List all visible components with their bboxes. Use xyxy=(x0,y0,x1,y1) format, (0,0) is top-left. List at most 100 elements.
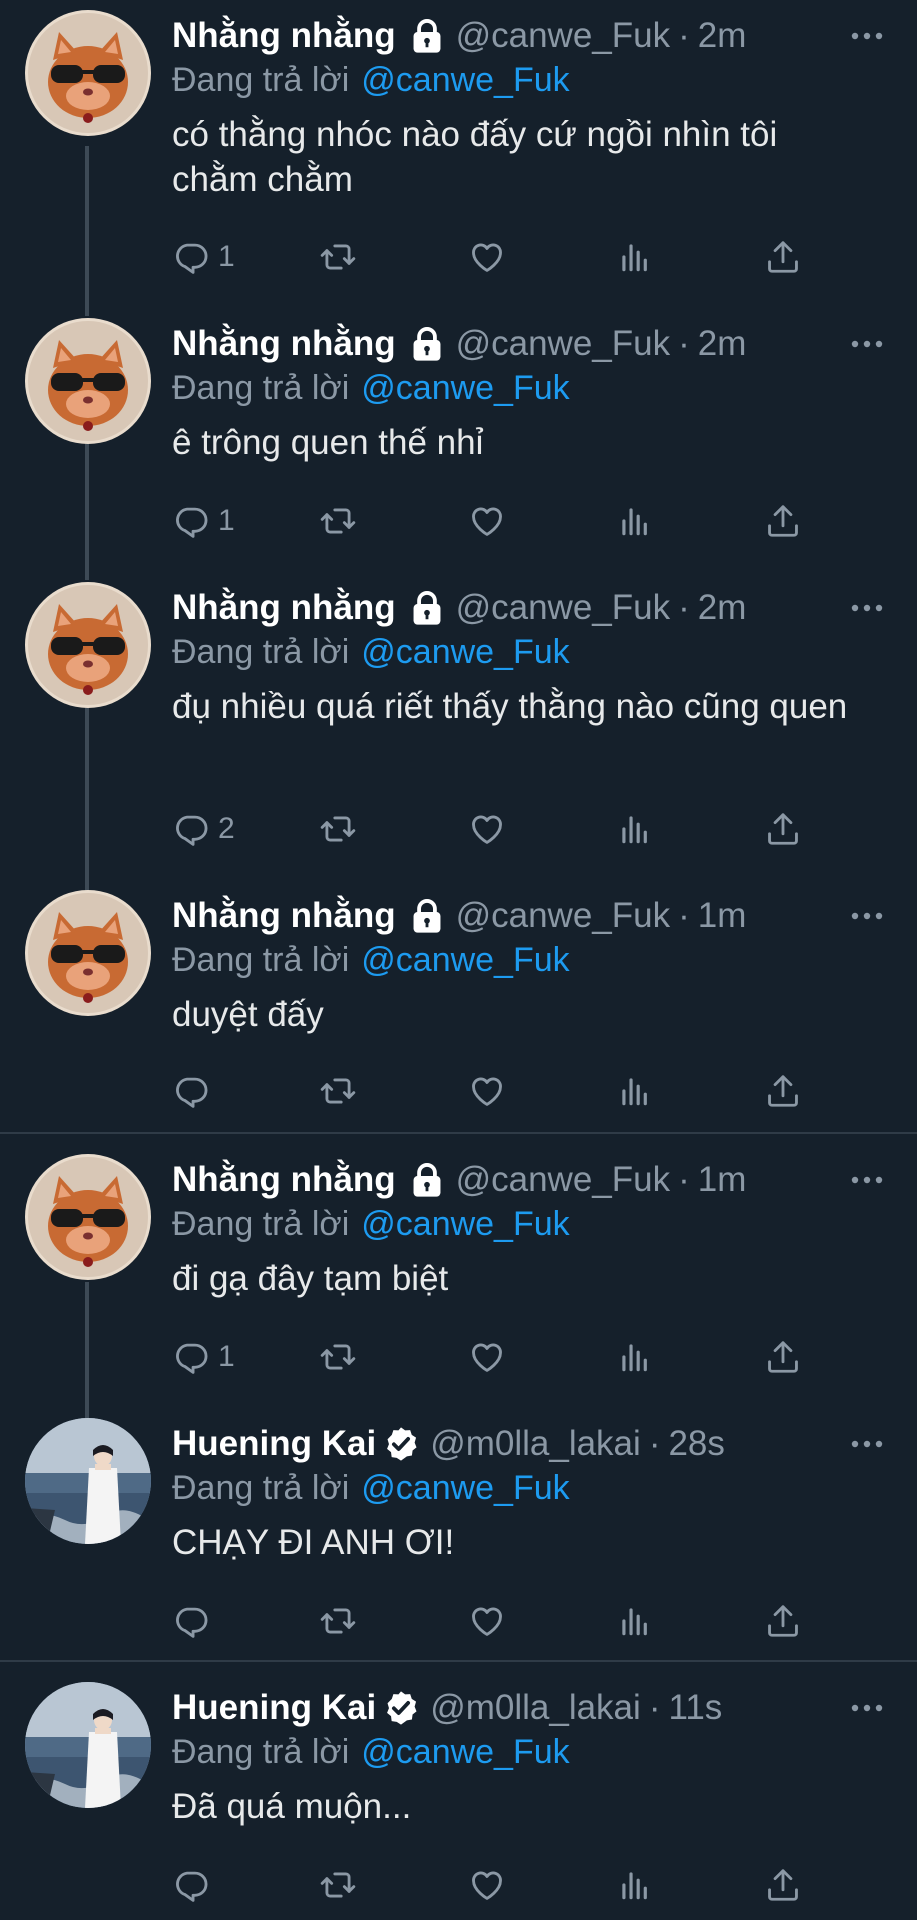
retweet-button[interactable] xyxy=(319,1596,357,1646)
replying-to-mention[interactable]: @canwe_Fuk xyxy=(361,369,569,407)
analytics-icon xyxy=(622,244,647,272)
share-button[interactable] xyxy=(764,1332,802,1382)
like-button[interactable] xyxy=(468,1066,506,1116)
display-name[interactable]: Nhằng nhằng xyxy=(172,16,396,56)
reply-button[interactable] xyxy=(172,1066,218,1116)
user-handle[interactable]: @canwe_Fuk xyxy=(456,588,671,628)
replying-to-mention[interactable]: @canwe_Fuk xyxy=(361,1205,569,1243)
share-button[interactable] xyxy=(764,1066,802,1116)
more-icon xyxy=(851,1176,883,1184)
heart-icon xyxy=(472,1607,502,1636)
retweet-button[interactable] xyxy=(319,1332,357,1382)
avatar[interactable] xyxy=(25,890,151,1016)
retweet-button[interactable] xyxy=(319,1860,357,1910)
like-button[interactable] xyxy=(468,804,506,854)
replying-to-mention[interactable]: @canwe_Fuk xyxy=(361,61,569,99)
views-button[interactable] xyxy=(616,1066,654,1116)
user-handle[interactable]: @canwe_Fuk xyxy=(456,16,671,56)
replying-to-mention[interactable]: @canwe_Fuk xyxy=(361,633,569,671)
share-button[interactable] xyxy=(764,496,802,546)
tweet[interactable]: Nhằng nhằng @canwe_Fuk · 2m Đang trả lời… xyxy=(0,572,917,880)
display-name[interactable]: Nhằng nhằng xyxy=(172,896,396,936)
more-options-button[interactable] xyxy=(847,1688,887,1728)
tweet-text: Đã quá muộn... xyxy=(172,1787,412,1826)
tweet[interactable]: Nhằng nhằng @canwe_Fuk · 2m Đang trả lời… xyxy=(0,308,917,572)
share-icon xyxy=(768,505,798,537)
replying-to-mention[interactable]: @canwe_Fuk xyxy=(361,1469,569,1507)
display-name[interactable]: Huening Kai xyxy=(172,1424,376,1464)
share-button[interactable] xyxy=(764,232,802,282)
views-button[interactable] xyxy=(616,232,654,282)
views-button[interactable] xyxy=(616,1860,654,1910)
timestamp[interactable]: 11s xyxy=(668,1688,722,1728)
tweet[interactable]: Huening Kai @m0lla_lakai · 11s Đang trả … xyxy=(0,1672,917,1920)
tweet-header: Huening Kai @m0lla_lakai · 11s xyxy=(172,1688,722,1728)
views-button[interactable] xyxy=(616,496,654,546)
replying-to-mention[interactable]: @canwe_Fuk xyxy=(361,1733,569,1771)
display-name[interactable]: Nhằng nhằng xyxy=(172,588,396,628)
views-button[interactable] xyxy=(616,1332,654,1382)
timestamp[interactable]: 28s xyxy=(668,1424,724,1464)
more-icon xyxy=(851,1704,883,1712)
more-options-button[interactable] xyxy=(847,1160,887,1200)
views-button[interactable] xyxy=(616,804,654,854)
like-button[interactable] xyxy=(468,1596,506,1646)
reply-button[interactable] xyxy=(172,1860,218,1910)
timestamp[interactable]: 2m xyxy=(698,16,747,56)
replying-to-mention[interactable]: @canwe_Fuk xyxy=(361,941,569,979)
user-handle[interactable]: @m0lla_lakai xyxy=(430,1424,641,1464)
retweet-button[interactable] xyxy=(319,496,357,546)
cat-avatar-image xyxy=(25,1154,151,1280)
avatar[interactable] xyxy=(25,318,151,444)
avatar[interactable] xyxy=(25,1682,151,1808)
timestamp[interactable]: 1m xyxy=(698,1160,747,1200)
retweet-button[interactable] xyxy=(319,1066,357,1116)
reply-button[interactable]: 1 xyxy=(172,1332,235,1382)
timestamp[interactable]: 1m xyxy=(698,896,747,936)
timestamp[interactable]: 2m xyxy=(698,324,747,364)
tweet[interactable]: Nhằng nhằng @canwe_Fuk · 1m Đang trả lời… xyxy=(0,880,917,1132)
like-button[interactable] xyxy=(468,232,506,282)
share-button[interactable] xyxy=(764,1596,802,1646)
share-button[interactable] xyxy=(764,804,802,854)
user-handle[interactable]: @canwe_Fuk xyxy=(456,324,671,364)
more-icon xyxy=(851,32,883,40)
more-options-button[interactable] xyxy=(847,1424,887,1464)
timestamp[interactable]: 2m xyxy=(698,588,747,628)
more-options-button[interactable] xyxy=(847,896,887,936)
display-name[interactable]: Nhằng nhằng xyxy=(172,1160,396,1200)
reply-icon xyxy=(176,1343,208,1374)
user-handle[interactable]: @canwe_Fuk xyxy=(456,896,671,936)
replying-to-label: Đang trả lời xyxy=(172,369,350,407)
more-options-button[interactable] xyxy=(847,324,887,364)
like-button[interactable] xyxy=(468,1332,506,1382)
user-handle[interactable]: @m0lla_lakai xyxy=(430,1688,641,1728)
reply-button[interactable] xyxy=(172,1596,218,1646)
more-options-button[interactable] xyxy=(847,16,887,56)
avatar[interactable] xyxy=(25,582,151,708)
share-button[interactable] xyxy=(764,1860,802,1910)
retweet-button[interactable] xyxy=(319,232,357,282)
like-button[interactable] xyxy=(468,496,506,546)
avatar[interactable] xyxy=(25,1154,151,1280)
reply-button[interactable]: 1 xyxy=(172,232,235,282)
tweet-header: Nhằng nhằng @canwe_Fuk · 2m xyxy=(172,588,746,628)
more-options-button[interactable] xyxy=(847,588,887,628)
display-name[interactable]: Nhằng nhằng xyxy=(172,324,396,364)
views-button[interactable] xyxy=(616,1596,654,1646)
reply-button[interactable]: 1 xyxy=(172,496,235,546)
tweet[interactable]: Huening Kai @m0lla_lakai · 28s Đang trả … xyxy=(0,1408,917,1660)
cat-avatar-image xyxy=(25,10,151,136)
tweet[interactable]: Nhằng nhằng @canwe_Fuk · 1m Đang trả lời… xyxy=(0,1144,917,1408)
reply-button[interactable]: 2 xyxy=(172,804,235,854)
display-name[interactable]: Huening Kai xyxy=(172,1688,376,1728)
user-handle[interactable]: @canwe_Fuk xyxy=(456,1160,671,1200)
analytics-icon xyxy=(622,1872,647,1900)
tweet[interactable]: Nhằng nhằng @canwe_Fuk · 2m Đang trả lời… xyxy=(0,0,917,310)
replying-to-label: Đang trả lời xyxy=(172,1733,350,1771)
avatar[interactable] xyxy=(25,10,151,136)
retweet-button[interactable] xyxy=(319,804,357,854)
avatar[interactable] xyxy=(25,1418,151,1544)
like-button[interactable] xyxy=(468,1860,506,1910)
replying-to: Đang trả lời @canwe_Fuk xyxy=(172,368,570,408)
